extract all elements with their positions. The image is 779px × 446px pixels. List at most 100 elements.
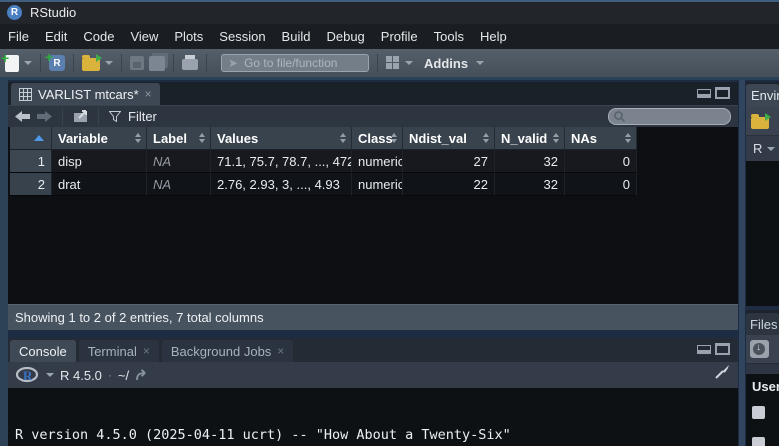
print-icon[interactable] — [182, 59, 198, 70]
tab-terminal[interactable]: Terminal × — [79, 340, 159, 362]
table-cell-values[interactable]: 71.1, 75.7, 78.7, ..., 472 — [211, 150, 352, 173]
table-cell-n-valid[interactable]: 32 — [495, 150, 565, 173]
grid-table-icon — [19, 88, 32, 101]
table-cell-label[interactable]: NA — [147, 150, 211, 173]
panes-caret-icon[interactable] — [405, 61, 413, 65]
open-in-window-icon[interactable] — [135, 369, 149, 381]
package-checkbox[interactable] — [752, 406, 765, 419]
forward-arrow-icon[interactable] — [37, 111, 52, 122]
header-values[interactable]: Values — [211, 127, 352, 150]
menu-edit[interactable]: Edit — [37, 29, 75, 44]
table-cell-ndist-val[interactable]: 22 — [403, 173, 495, 196]
maximize-icon[interactable] — [715, 343, 730, 355]
popout-icon[interactable] — [73, 110, 88, 123]
menu-tools[interactable]: Tools — [426, 29, 472, 44]
table-cell-ndist-val[interactable]: 27 — [403, 150, 495, 173]
header-n-valid[interactable]: N_valid — [495, 127, 565, 150]
pane-divider[interactable] — [739, 80, 745, 446]
menu-code[interactable]: Code — [75, 29, 122, 44]
minimize-icon[interactable] — [697, 345, 711, 354]
search-input[interactable] — [629, 111, 725, 123]
new-file-icon[interactable] — [5, 55, 19, 72]
language-label: R — [753, 141, 762, 156]
menu-plots[interactable]: Plots — [166, 29, 211, 44]
r-version-caret-icon[interactable] — [46, 373, 54, 377]
header-rownum[interactable] — [10, 127, 52, 150]
menu-view[interactable]: View — [122, 29, 166, 44]
close-icon[interactable]: × — [145, 88, 152, 100]
table-cell-variable[interactable]: disp — [52, 150, 147, 173]
open-folder-caret-icon[interactable] — [105, 61, 113, 65]
maximize-icon[interactable] — [715, 87, 730, 99]
console-output[interactable]: R version 4.5.0 (2025-04-11 ucrt) -- "Ho… — [8, 388, 738, 446]
sort-icon[interactable] — [340, 133, 346, 143]
close-icon[interactable]: × — [277, 345, 284, 357]
titlebar: R RStudio — [0, 0, 779, 24]
working-directory[interactable]: ~/ — [118, 368, 129, 383]
tab-varlist-mtcars[interactable]: VARLIST mtcars* × — [11, 83, 160, 105]
new-project-icon[interactable]: R — [49, 55, 65, 71]
sort-icon[interactable] — [391, 133, 397, 143]
table-cell-nas[interactable]: 0 — [565, 150, 637, 173]
header-variable[interactable]: Variable — [52, 127, 147, 150]
menu-profile[interactable]: Profile — [373, 29, 426, 44]
minimize-icon[interactable] — [697, 89, 711, 98]
header-nas[interactable]: NAs — [565, 127, 637, 150]
table-row-number[interactable]: 1 — [10, 150, 52, 173]
table-cell-variable[interactable]: drat — [52, 173, 147, 196]
menu-file[interactable]: File — [0, 29, 37, 44]
toolbar-separator — [73, 54, 74, 72]
back-arrow-icon[interactable] — [15, 111, 30, 122]
tab-console[interactable]: Console — [10, 340, 76, 362]
menu-session[interactable]: Session — [211, 29, 273, 44]
column-label: Variable — [58, 131, 108, 146]
filter-button[interactable]: Filter — [128, 109, 157, 124]
table-cell-label[interactable]: NA — [147, 173, 211, 196]
save-icon[interactable] — [130, 56, 144, 70]
table-cell-nas[interactable]: 0 — [565, 173, 637, 196]
column-label: N_valid — [501, 131, 547, 146]
sort-icon[interactable] — [553, 133, 559, 143]
sort-icon[interactable] — [135, 133, 141, 143]
addins-button[interactable]: Addins — [424, 56, 468, 71]
tab-environment[interactable]: Environment — [746, 84, 779, 107]
goto-file-input[interactable] — [244, 56, 399, 70]
tab-label: VARLIST mtcars* — [38, 87, 139, 102]
sort-icon[interactable] — [625, 133, 631, 143]
header-class[interactable]: Class — [352, 127, 403, 150]
header-ndist-val[interactable]: Ndist_val — [403, 127, 495, 150]
menu-build[interactable]: Build — [274, 29, 319, 44]
table-row-number[interactable]: 2 — [10, 173, 52, 196]
panes-grid-icon[interactable] — [386, 56, 400, 70]
close-icon[interactable]: × — [143, 345, 150, 357]
tab-files[interactable]: Files — [746, 313, 779, 335]
menu-debug[interactable]: Debug — [318, 29, 372, 44]
table-cell-values[interactable]: 2.76, 2.93, 3, ..., 4.93 — [211, 173, 352, 196]
table-cell-class[interactable]: numeric — [352, 173, 403, 196]
data-pane-toolbar: Filter — [8, 105, 738, 127]
files-toolbar — [746, 335, 779, 363]
menu-help[interactable]: Help — [472, 29, 515, 44]
sort-icon[interactable] — [483, 133, 489, 143]
addins-caret-icon[interactable] — [476, 61, 484, 65]
search-magnifier-icon — [614, 111, 625, 122]
load-workspace-folder-icon[interactable] — [751, 117, 769, 129]
packages-list: User Library — [746, 374, 779, 446]
sort-icon[interactable] — [199, 133, 205, 143]
chevron-down-icon — [767, 147, 775, 151]
goto-file-box[interactable]: ➤ — [221, 54, 369, 72]
environment-pane: Environment R — [746, 82, 779, 306]
table-cell-n-valid[interactable]: 32 — [495, 173, 565, 196]
tab-background-jobs[interactable]: Background Jobs × — [162, 340, 293, 362]
package-checkbox[interactable] — [752, 437, 765, 446]
header-label[interactable]: Label — [147, 127, 211, 150]
environment-language-selector[interactable]: R — [746, 135, 779, 161]
open-folder-icon[interactable] — [82, 58, 100, 71]
table-search-box[interactable] — [608, 108, 731, 125]
r-logo-icon: R — [16, 367, 40, 383]
save-all-icon[interactable] — [149, 56, 165, 71]
table-cell-class[interactable]: numeric — [352, 150, 403, 173]
install-package-icon[interactable] — [750, 340, 769, 358]
broom-icon[interactable] — [714, 363, 731, 379]
new-file-caret-icon[interactable] — [24, 61, 32, 65]
